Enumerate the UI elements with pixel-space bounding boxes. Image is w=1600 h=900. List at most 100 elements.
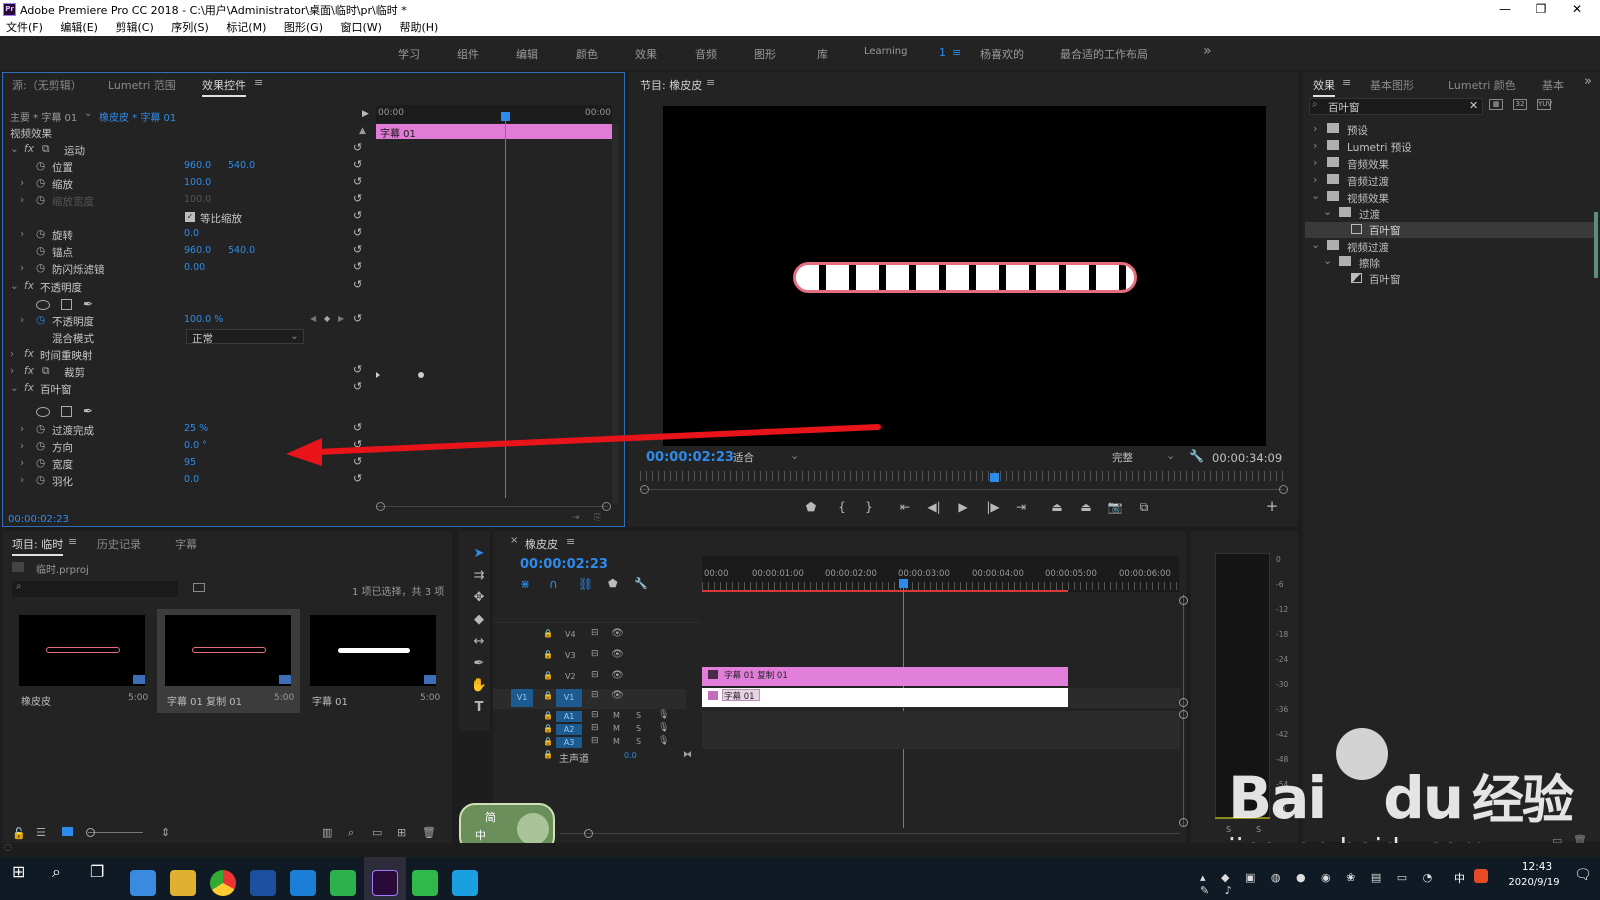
timeline-clip-v1[interactable]: 字幕 01: [702, 688, 1068, 707]
direction-value[interactable]: 0.0 °: [184, 440, 207, 451]
workspace-1[interactable]: 1: [939, 46, 946, 59]
program-time-ruler[interactable]: [640, 471, 1284, 481]
workspace-editing[interactable]: 编辑: [516, 46, 538, 62]
chevron-down-icon[interactable]: ⌄: [10, 280, 19, 292]
nest-toggle-icon[interactable]: ⋇: [520, 577, 530, 591]
export-frame-icon[interactable]: 📷: [1106, 500, 1124, 514]
reset-icon[interactable]: ↺: [353, 363, 362, 376]
row-time-remap[interactable]: › fx 时间重映射: [8, 346, 368, 363]
panel-menu-icon[interactable]: ≡: [566, 535, 575, 548]
workspace-color[interactable]: 颜色: [576, 46, 598, 62]
tab-source[interactable]: 源:（无剪辑）: [12, 77, 82, 93]
chevron-down-icon[interactable]: ⌄: [84, 108, 92, 119]
go-to-out-icon[interactable]: ⇥: [1012, 500, 1030, 514]
fit-dropdown[interactable]: 适合 ⌄: [733, 449, 803, 464]
rotation-value[interactable]: 0.0: [184, 228, 199, 239]
yuv-effects-icon[interactable]: YUV: [1537, 99, 1552, 110]
close-tab-icon[interactable]: ×: [510, 535, 518, 546]
next-keyframe-icon[interactable]: ▶: [338, 314, 344, 323]
anchor-y-value[interactable]: 540.0: [228, 245, 255, 256]
uniform-scale-checkbox[interactable]: ✓: [185, 212, 195, 222]
lock-icon[interactable]: 🔓: [12, 827, 26, 840]
tab-captions[interactable]: 字幕: [175, 536, 197, 552]
row-feather[interactable]: › ◷ 羽化 0.0 ↺: [8, 472, 368, 489]
reset-icon[interactable]: ↺: [353, 243, 362, 256]
ellipse-mask-icon[interactable]: [36, 407, 50, 417]
stopwatch-icon[interactable]: ◷: [36, 440, 45, 452]
go-to-in-icon[interactable]: ⇤: [896, 500, 914, 514]
wechat-icon[interactable]: [330, 870, 356, 896]
new-item-icon[interactable]: ⊞: [397, 826, 406, 839]
menu-graphics[interactable]: 图形(G): [284, 19, 323, 36]
wrench-icon[interactable]: 🔧: [634, 577, 648, 590]
row-anchor[interactable]: ◷ 锚点 960.0 540.0 ↺: [8, 243, 368, 260]
row-rotation[interactable]: › ◷ 旋转 0.0 ↺: [8, 226, 368, 243]
row-opacity-section[interactable]: ⌄ fx 不透明度 ↺: [8, 278, 368, 295]
anchor-x-value[interactable]: 960.0: [184, 245, 211, 256]
clock-time[interactable]: 12:43: [1512, 861, 1562, 873]
lift-icon[interactable]: ⏏: [1048, 500, 1066, 514]
add-marker-icon[interactable]: ⬟: [608, 577, 618, 590]
stopwatch-icon[interactable]: ◷: [36, 423, 45, 435]
track-header-v4[interactable]: 🔒 V4 ⊟ 👁: [493, 627, 686, 647]
tree-item-transition[interactable]: ⌄ 过渡: [1323, 205, 1591, 222]
32bit-effects-icon[interactable]: 32: [1513, 99, 1527, 110]
tree-item-venetian-blinds-effect[interactable]: 百叶窗: [1305, 222, 1595, 238]
row-scale[interactable]: › ◷ 缩放 100.0 ↺: [8, 175, 368, 192]
scroll-handle-audio[interactable]: [1179, 710, 1188, 719]
menu-clip[interactable]: 剪辑(C): [115, 19, 153, 36]
system-tray-icons[interactable]: ▴ ◆ ▣ ◍ ● ◉ ❀ ▤ ▭ ◔ ✎ ♪: [1200, 871, 1460, 897]
workspace-learning[interactable]: Learning: [864, 46, 907, 57]
track-select-tool-icon[interactable]: ⇉: [470, 568, 488, 586]
workspace-effects[interactable]: 效果: [635, 46, 657, 62]
ec-playhead-handle[interactable]: [501, 112, 510, 121]
menu-edit[interactable]: 编辑(E): [60, 19, 98, 36]
chevron-right-icon[interactable]: ›: [20, 457, 24, 469]
row-uniform-scale[interactable]: ✓ 等比缩放 ↺: [8, 209, 368, 226]
chevron-right-icon[interactable]: ›: [20, 228, 24, 240]
prev-keyframe-icon[interactable]: ◀: [310, 314, 316, 323]
reset-icon[interactable]: ↺: [353, 312, 362, 325]
ec-timeline-ruler[interactable]: [376, 105, 612, 123]
reset-icon[interactable]: ↺: [353, 226, 362, 239]
row-transition-completion[interactable]: › ◷ 过渡完成 25 % ↺: [8, 421, 368, 438]
timeline-timecode[interactable]: 00:00:02:23: [520, 557, 608, 572]
ripple-edit-tool-icon[interactable]: ✥: [470, 590, 488, 608]
restore-button[interactable]: ❐: [1524, 0, 1558, 19]
scroll-handle-top[interactable]: [1179, 596, 1188, 605]
chevron-right-icon[interactable]: ›: [20, 423, 24, 435]
play-icon[interactable]: ▶: [954, 500, 972, 514]
stopwatch-active-icon[interactable]: ◷: [36, 314, 45, 326]
stopwatch-icon[interactable]: ◷: [36, 474, 45, 486]
pen-mask-icon[interactable]: ✒: [83, 297, 93, 311]
reset-icon[interactable]: ↺: [353, 438, 362, 451]
ec-scroll-handle-right[interactable]: [602, 502, 611, 511]
zoom-slider[interactable]: [88, 832, 143, 833]
project-item-card[interactable]: 字幕 01 5:00: [306, 609, 446, 713]
tab-lumetri-scopes[interactable]: Lumetri 范围: [108, 77, 176, 93]
app-icon[interactable]: [250, 870, 276, 896]
program-zoom-bar[interactable]: [640, 489, 1284, 490]
chevron-down-icon[interactable]: ⌄: [10, 143, 19, 155]
stopwatch-icon[interactable]: ◷: [36, 245, 45, 257]
position-x-value[interactable]: 960.0: [184, 160, 211, 171]
row-width[interactable]: › ◷ 宽度 95 ↺: [8, 455, 368, 472]
keyframe-dot[interactable]: [418, 372, 424, 378]
menu-markers[interactable]: 标记(M): [226, 19, 266, 36]
zoom-slider-handle[interactable]: [86, 828, 95, 837]
tree-item-wipe[interactable]: ⌄ 擦除: [1323, 254, 1591, 271]
button-editor-icon[interactable]: +: [1263, 497, 1281, 515]
workspace-graphics[interactable]: 图形: [754, 46, 776, 62]
file-explorer-icon[interactable]: [170, 870, 196, 896]
icon-view-icon[interactable]: [62, 827, 73, 836]
automate-to-sequence-icon[interactable]: ▥: [322, 826, 332, 839]
reset-icon[interactable]: ↺: [353, 260, 362, 273]
comparison-view-icon[interactable]: ⧉: [1135, 500, 1153, 515]
type-tool-icon[interactable]: T: [470, 700, 488, 718]
ec-vertical-scrollbar[interactable]: [612, 124, 618, 504]
reset-icon[interactable]: ↺: [353, 455, 362, 468]
effects-scrollbar[interactable]: [1594, 212, 1598, 278]
export-icon[interactable]: ⎘: [594, 513, 601, 523]
master-clip-label[interactable]: 主要 * 字幕 01: [10, 109, 77, 124]
premiere-taskbar-icon[interactable]: [372, 870, 398, 896]
